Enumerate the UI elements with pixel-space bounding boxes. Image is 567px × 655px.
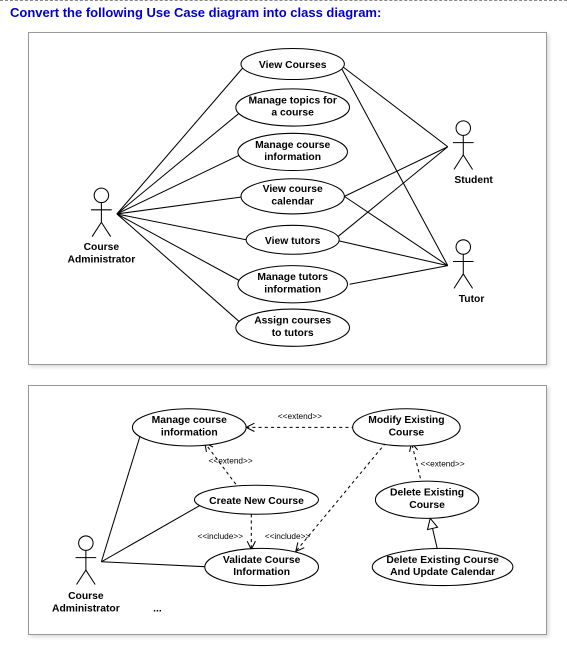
svg-text:...: ... <box>153 603 162 614</box>
svg-text:Course: Course <box>409 500 445 511</box>
diagram-2-svg: <<extend>> <<extend>> <<extend>> <<inclu… <box>29 386 546 634</box>
usecase-delete-existing: Delete Existing Course <box>375 481 478 518</box>
usecase-manage-course-info-2: Manage course information <box>132 409 246 446</box>
usecase-modify-existing: Modify Existing Course <box>353 409 461 446</box>
stereo-extend-1: <<extend>> <box>278 412 322 421</box>
assoc-admin-assigncourses <box>117 214 246 328</box>
svg-text:Modify Existing: Modify Existing <box>368 415 444 426</box>
usecase-manage-tutors-info: Manage tutors information <box>238 266 348 303</box>
assoc-student-viewcourses <box>339 64 448 147</box>
assoc-admin-validate <box>101 562 210 567</box>
svg-text:Manage course: Manage course <box>255 140 330 151</box>
svg-text:Manage tutors: Manage tutors <box>257 272 328 283</box>
stereo-extend-3: <<extend>> <box>421 460 465 469</box>
gen-deleteupdate-to-delete <box>430 518 437 549</box>
svg-text:Tutor: Tutor <box>459 294 485 305</box>
usecase-view-courses: View Courses <box>241 49 344 80</box>
svg-text:calendar: calendar <box>271 197 313 208</box>
assoc-tutor-viewtutors <box>334 240 448 266</box>
svg-text:Information: Information <box>233 567 290 578</box>
svg-text:a course: a course <box>271 108 314 119</box>
svg-text:to tutors: to tutors <box>272 328 314 339</box>
svg-text:Student: Student <box>454 175 493 186</box>
svg-text:Course: Course <box>389 428 425 439</box>
actor-course-admin-2: Course Administrator <box>52 536 120 614</box>
assoc-admin-managetutorsinfo <box>117 214 246 284</box>
svg-text:Manage course: Manage course <box>152 415 227 426</box>
usecase-validate: Validate Course Information <box>205 548 319 585</box>
actor-course-admin: Course Administrator <box>68 188 136 265</box>
usecase-view-tutors: View tutors <box>246 225 339 254</box>
stereo-extend-2: <<extend>> <box>209 456 253 465</box>
svg-text:Assign courses: Assign courses <box>254 316 331 327</box>
usecase-create-new: Create New Course <box>194 485 318 514</box>
usecase-manage-topics: Manage topics for a course <box>236 89 350 126</box>
svg-text:Delete Existing Course: Delete Existing Course <box>386 555 499 566</box>
assoc-tutor-viewcourses <box>339 64 448 266</box>
assoc-admin-viewcourses <box>117 64 246 214</box>
stereo-include-1: <<include>> <box>198 532 244 541</box>
assoc-tutor-viewcalendar <box>344 196 447 265</box>
svg-text:Delete Existing: Delete Existing <box>390 487 464 498</box>
svg-text:View course: View course <box>263 184 323 195</box>
svg-text:View Courses: View Courses <box>259 60 327 71</box>
actor-tutor: Tutor <box>453 240 484 305</box>
svg-text:Course: Course <box>84 242 120 253</box>
assoc-tutor-managetutorsinfo <box>350 266 448 285</box>
usecase-assign-courses: Assign courses to tutors <box>236 309 350 346</box>
svg-text:information: information <box>264 285 321 296</box>
svg-text:View tutors: View tutors <box>265 236 321 247</box>
svg-text:information: information <box>161 428 218 439</box>
svg-text:Create New Course: Create New Course <box>209 496 304 507</box>
use-case-diagram-1: View Courses Manage topics for a course … <box>28 32 547 365</box>
stereo-include-2: <<include>> <box>265 532 311 541</box>
page-title: Convert the following Use Case diagram i… <box>0 0 567 24</box>
svg-text:information: information <box>264 152 321 163</box>
usecase-manage-course-info: Manage course information <box>238 133 348 170</box>
usecase-delete-update: Delete Existing Course And Update Calend… <box>372 548 513 585</box>
use-case-diagram-2: <<extend>> <<extend>> <<extend>> <<inclu… <box>28 385 547 635</box>
actor-student: Student <box>453 121 493 186</box>
svg-text:Manage topics for: Manage topics for <box>248 95 336 106</box>
svg-text:Course: Course <box>68 591 104 602</box>
svg-text:Administrator: Administrator <box>68 255 136 266</box>
svg-text:Validate Course: Validate Course <box>223 555 301 566</box>
usecase-view-calendar: View course calendar <box>241 179 344 214</box>
assoc-admin-viewtutors <box>117 214 246 240</box>
svg-text:And Update Calendar: And Update Calendar <box>390 567 495 578</box>
diagram-1-svg: View Courses Manage topics for a course … <box>29 33 546 364</box>
svg-text:Administrator: Administrator <box>52 603 120 614</box>
